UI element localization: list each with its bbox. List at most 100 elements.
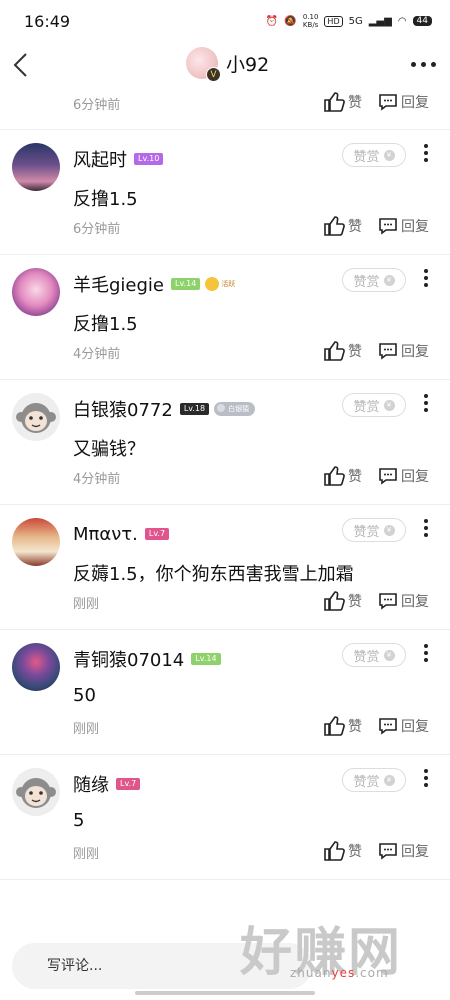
- comment-time: 6分钟前: [73, 98, 121, 113]
- comment-item: 随缘 Lv.7 赞赏 ¥ 5 刚刚 赞 回复: [0, 755, 450, 880]
- reply-label: 回复: [401, 95, 429, 111]
- comment-text: 反撸1.5: [73, 189, 138, 210]
- like-button[interactable]: 赞: [323, 716, 362, 736]
- level-badge: Lv.7: [116, 778, 141, 790]
- monkey-face-icon: [16, 778, 56, 808]
- reward-button[interactable]: 赞赏 ¥: [342, 143, 406, 167]
- coin-icon: ¥: [383, 649, 395, 661]
- comment-item: 风起时 Lv.10 赞赏 ¥ 反撸1.5 6分钟前 赞 回复: [0, 130, 450, 255]
- coin-icon: ¥: [383, 524, 395, 536]
- level-badge: Lv.14: [191, 653, 221, 665]
- reward-button[interactable]: 赞赏 ¥: [342, 393, 406, 417]
- comment-item: 白银猿0772 Lv.18 白银猿 赞赏 ¥ 又骗钱？ 4分钟前 赞 回复: [0, 380, 450, 505]
- user-name[interactable]: 羊毛giegie: [73, 271, 164, 297]
- coin-icon: ¥: [383, 399, 395, 411]
- monkey-avatar[interactable]: [12, 393, 60, 441]
- comment-item: 羊毛giegie Lv.14 活跃 赞赏 ¥ 反撸1.5 4分钟前 赞 回复: [0, 255, 450, 380]
- level-badge: Lv.14: [171, 278, 201, 290]
- status-time: 16:49: [24, 12, 71, 31]
- comment-time: 6分钟前: [73, 222, 121, 237]
- comment-more-icon[interactable]: [424, 269, 428, 287]
- comment-more-icon[interactable]: [424, 769, 428, 787]
- reply-button[interactable]: 回复: [378, 841, 429, 861]
- watermark-url: zhuanyes.com: [290, 966, 389, 980]
- comment-text: 反撸1.5: [73, 314, 138, 335]
- comment-more-icon[interactable]: [424, 519, 428, 537]
- back-arrow-icon[interactable]: [8, 50, 34, 80]
- reward-button[interactable]: 赞赏 ¥: [342, 768, 406, 792]
- watermark: 好赚网 zhuanyes.com: [240, 910, 450, 985]
- alarm-icon: ⏰: [265, 15, 279, 27]
- user-avatar[interactable]: [12, 143, 60, 191]
- author-info[interactable]: V 小92: [186, 47, 269, 82]
- status-icons: ⏰ 🔕 0.10 KB/s HD 5G ▂▄▆ ◠ 44: [266, 13, 432, 29]
- comment-time: 4分钟前: [73, 347, 121, 362]
- more-options-icon[interactable]: [411, 62, 436, 67]
- like-button[interactable]: 赞: [323, 92, 362, 112]
- comment-time: 刚刚: [73, 847, 100, 862]
- reward-button[interactable]: 赞赏 ¥: [342, 643, 406, 667]
- comment-more-icon[interactable]: [424, 644, 428, 662]
- comment-text: 反薅1.5，你个狗东西害我雪上加霜: [73, 564, 354, 585]
- silver-ape-badge: 白银猿: [214, 402, 256, 416]
- comment-more-icon[interactable]: [424, 144, 428, 162]
- hd-badge: HD: [324, 15, 343, 27]
- wifi-icon: ◠: [397, 15, 407, 27]
- like-button[interactable]: 赞: [323, 591, 362, 611]
- battery-icon: 44: [412, 16, 432, 26]
- reply-button[interactable]: 回复: [378, 92, 429, 112]
- thumbs-up-icon: [324, 466, 345, 486]
- reply-bubble-icon: [379, 218, 397, 235]
- reward-button[interactable]: 赞赏 ¥: [342, 518, 406, 542]
- comment-text: 又骗钱？: [73, 439, 145, 460]
- user-name[interactable]: Μπαντ.: [73, 524, 138, 545]
- active-badge: 活跃: [205, 277, 235, 291]
- comment-time: 刚刚: [73, 722, 100, 737]
- reply-button[interactable]: 回复: [378, 591, 429, 611]
- like-button[interactable]: 赞: [323, 841, 362, 861]
- monkey-avatar[interactable]: [12, 768, 60, 816]
- coin-icon: ¥: [383, 274, 395, 286]
- reward-button[interactable]: 赞赏 ¥: [342, 268, 406, 292]
- level-badge: Lv.18: [179, 403, 210, 415]
- reply-button[interactable]: 回复: [378, 216, 429, 236]
- level-badge: Lv.10: [134, 153, 164, 165]
- user-name[interactable]: 风起时: [73, 146, 127, 172]
- thumbs-up-icon: [324, 716, 345, 736]
- like-button[interactable]: 赞: [323, 341, 362, 361]
- reply-bubble-icon: [379, 94, 397, 111]
- home-indicator[interactable]: [135, 991, 315, 995]
- reply-button[interactable]: 回复: [378, 466, 429, 486]
- level-badge: Lv.7: [144, 528, 170, 540]
- coin-icon: ¥: [383, 149, 395, 161]
- like-button[interactable]: 赞: [323, 466, 362, 486]
- comment-text: 50: [73, 685, 96, 706]
- like-label: 赞: [348, 95, 362, 111]
- comment-time: 4分钟前: [73, 472, 121, 487]
- net-speed: 0.10 KB/s: [302, 13, 319, 29]
- user-avatar[interactable]: [12, 518, 60, 566]
- thumbs-up-icon: [324, 341, 345, 361]
- monkey-face-icon: [16, 403, 56, 433]
- author-avatar[interactable]: V: [186, 47, 221, 82]
- user-name[interactable]: 随缘: [73, 771, 109, 797]
- user-name[interactable]: 白银猿0772: [73, 396, 173, 422]
- reply-bubble-icon: [379, 718, 397, 735]
- user-name[interactable]: 青铜猿07014: [73, 646, 184, 672]
- reply-button[interactable]: 回复: [378, 716, 429, 736]
- comment-time: 刚刚: [73, 597, 100, 612]
- comment-item: Μπαντ. Lv.7 赞赏 ¥ 反薅1.5，你个狗东西害我雪上加霜 刚刚 赞 回…: [0, 505, 450, 630]
- comment-more-icon[interactable]: [424, 394, 428, 412]
- reply-button[interactable]: 回复: [378, 341, 429, 361]
- author-name[interactable]: 小92: [226, 50, 269, 77]
- user-avatar[interactable]: [12, 268, 60, 316]
- comment-item: 青铜猿07014 Lv.14 赞赏 ¥ 50 刚刚 赞 回复: [0, 630, 450, 755]
- star-icon: [205, 277, 220, 291]
- user-avatar[interactable]: [12, 643, 60, 691]
- mute-icon: 🔕: [284, 15, 297, 27]
- thumbs-up-icon: [324, 841, 345, 861]
- comment-text: 5: [73, 810, 85, 831]
- like-button[interactable]: 赞: [323, 216, 362, 236]
- signal-icon: ▂▄▆: [368, 15, 392, 27]
- reply-bubble-icon: [379, 468, 397, 485]
